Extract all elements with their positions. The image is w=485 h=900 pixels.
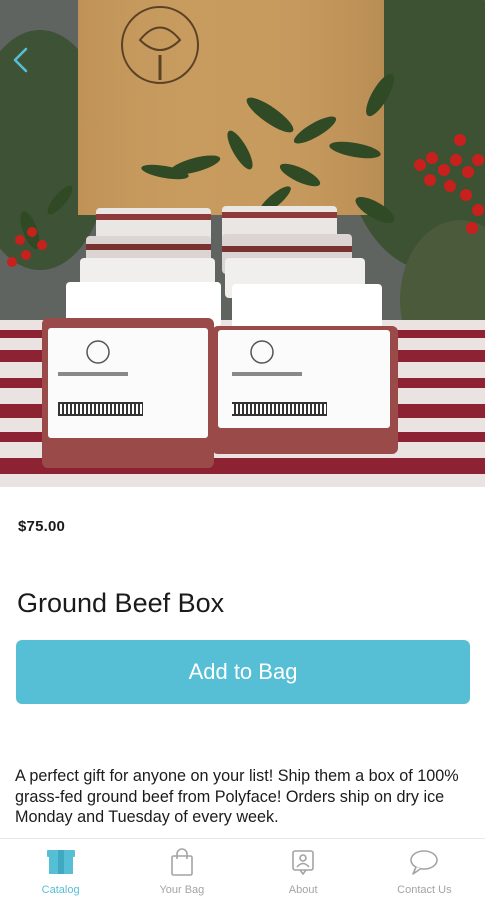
add-to-bag-button[interactable]: Add to Bag <box>16 640 470 704</box>
nav-item-catalog[interactable]: Catalog <box>0 839 121 900</box>
chevron-left-icon <box>13 47 28 73</box>
product-title: Ground Beef Box <box>17 588 225 618</box>
product-photo-illustration <box>0 0 485 487</box>
bag-icon <box>167 848 197 876</box>
nav-item-about[interactable]: About <box>243 839 364 900</box>
bottom-nav: Catalog Your Bag About Contact Us <box>0 838 485 900</box>
nav-item-contact-us[interactable]: Contact Us <box>364 839 485 900</box>
nav-label-catalog: Catalog <box>41 884 80 896</box>
catalog-icon <box>46 848 76 876</box>
product-description: A perfect gift for anyone on your list! … <box>15 767 459 826</box>
contact-icon <box>409 848 439 876</box>
product-image <box>0 0 485 487</box>
nav-item-your-bag[interactable]: Your Bag <box>121 839 242 900</box>
about-icon <box>288 848 318 876</box>
nav-label-your-bag: Your Bag <box>159 884 205 896</box>
nav-label-about: About <box>288 884 318 896</box>
back-button[interactable] <box>6 42 36 78</box>
product-price: $75.00 <box>18 518 66 535</box>
nav-label-contact-us: Contact Us <box>397 884 452 896</box>
